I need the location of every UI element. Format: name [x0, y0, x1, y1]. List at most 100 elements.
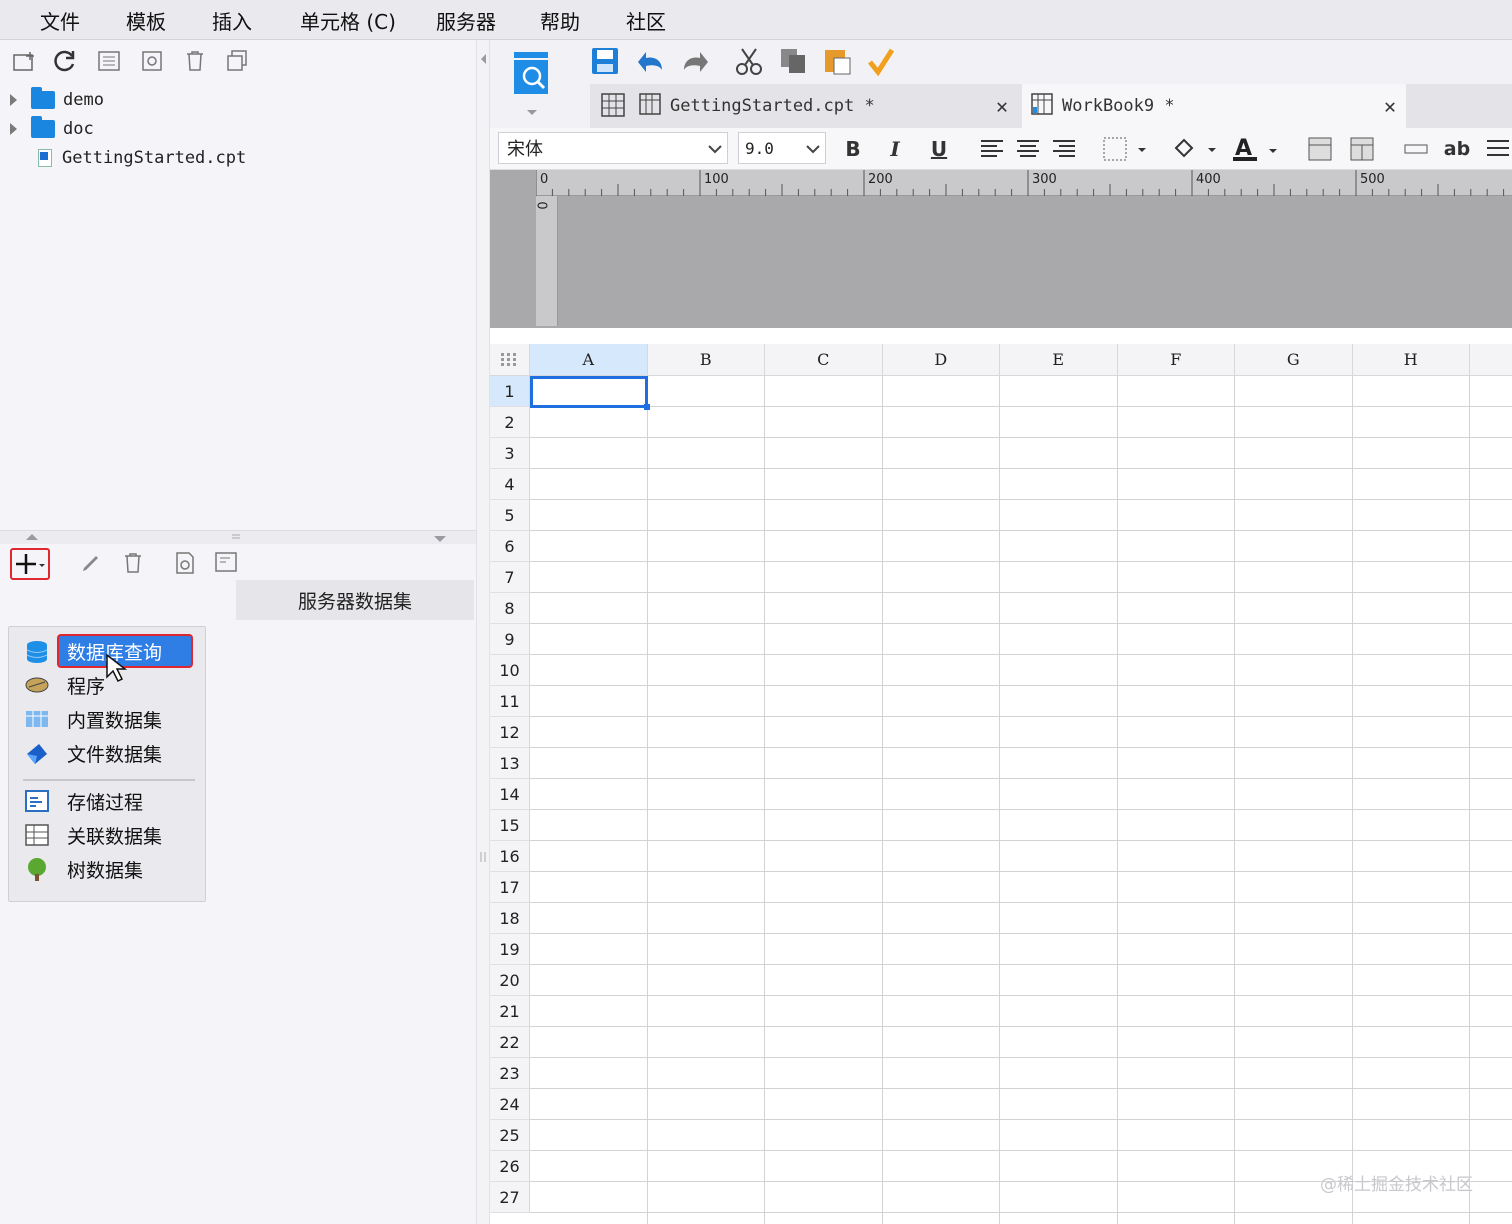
- align-left-icon[interactable]: [978, 134, 1006, 164]
- chevron-down-icon[interactable]: [801, 138, 825, 159]
- copy-icon[interactable]: [224, 48, 250, 74]
- refresh-icon[interactable]: [52, 48, 78, 74]
- menu-template[interactable]: 模板: [126, 6, 166, 35]
- edit-icon[interactable]: [78, 550, 104, 576]
- menu-file[interactable]: 文件: [40, 6, 80, 35]
- spreadsheet-grid[interactable]: ABCDEFGH 1 2 3 4 5 6 7 8 9 10 11 12 13 14 15 16 17 18 19 20…: [490, 344, 1512, 1224]
- tab-workbook9[interactable]: WorkBook9 * ✕: [1022, 84, 1406, 128]
- template-report-icon[interactable]: [512, 50, 552, 124]
- row-header[interactable]: 2: [490, 407, 530, 438]
- column-header[interactable]: H: [1352, 344, 1470, 376]
- copy-format-icon[interactable]: [778, 46, 808, 80]
- row-header[interactable]: 7: [490, 562, 530, 593]
- border-icon[interactable]: [1100, 134, 1148, 164]
- row-header[interactable]: 17: [490, 872, 530, 903]
- row-header[interactable]: 22: [490, 1027, 530, 1058]
- row-header[interactable]: 14: [490, 779, 530, 810]
- column-header[interactable]: G: [1235, 344, 1353, 376]
- grid-icon[interactable]: [600, 92, 626, 122]
- row-header[interactable]: 25: [490, 1120, 530, 1151]
- text-field-icon[interactable]: [1402, 134, 1430, 164]
- column-header[interactable]: C: [765, 344, 883, 376]
- tree-item-gettingstarted[interactable]: GettingStarted.cpt: [38, 144, 246, 172]
- font-size-select[interactable]: 9.0: [738, 132, 826, 164]
- row-header[interactable]: 21: [490, 996, 530, 1027]
- column-header[interactable]: F: [1117, 344, 1235, 376]
- row-header[interactable]: 20: [490, 965, 530, 996]
- redo-icon[interactable]: [680, 46, 710, 80]
- tree-item-demo[interactable]: demo: [10, 86, 104, 114]
- preview-icon[interactable]: [172, 550, 198, 576]
- row-header[interactable]: 5: [490, 500, 530, 531]
- menu-item-file-dataset[interactable]: 文件数据集: [9, 737, 205, 769]
- row-header[interactable]: 6: [490, 531, 530, 562]
- row-header[interactable]: 27: [490, 1182, 530, 1213]
- row-header[interactable]: 4: [490, 469, 530, 500]
- column-header[interactable]: D: [882, 344, 1000, 376]
- expand-icon[interactable]: [10, 123, 17, 135]
- text-wrap-button[interactable]: ab: [1440, 134, 1474, 164]
- vertical-splitter[interactable]: [476, 40, 490, 1224]
- merge-cells-icon[interactable]: [1306, 134, 1334, 164]
- underline-button[interactable]: U: [926, 134, 952, 164]
- delete-icon[interactable]: [182, 48, 208, 74]
- save-icon[interactable]: [590, 46, 620, 80]
- row-header[interactable]: 9: [490, 624, 530, 655]
- row-header[interactable]: 18: [490, 903, 530, 934]
- menu-insert[interactable]: 插入: [212, 6, 252, 35]
- column-header[interactable]: A: [530, 344, 648, 376]
- menu-item-stored-procedure[interactable]: 存储过程: [9, 785, 205, 817]
- dataset-settings-icon[interactable]: [214, 550, 240, 576]
- align-right-icon[interactable]: [1050, 134, 1078, 164]
- menu-item-builtin-dataset[interactable]: 内置数据集: [9, 703, 205, 735]
- row-header[interactable]: 1: [490, 376, 530, 407]
- menu-item-related-dataset[interactable]: 关联数据集: [9, 819, 205, 851]
- menu-item-tree-dataset[interactable]: 树数据集: [9, 853, 205, 885]
- expand-icon[interactable]: [10, 94, 17, 106]
- menu-server[interactable]: 服务器: [436, 6, 496, 35]
- font-family-select[interactable]: 宋体: [498, 132, 728, 164]
- italic-button[interactable]: I: [882, 134, 908, 164]
- font-color-icon[interactable]: A: [1230, 134, 1280, 164]
- row-header[interactable]: 15: [490, 810, 530, 841]
- column-header[interactable]: B: [647, 344, 765, 376]
- menu-help[interactable]: 帮助: [540, 6, 580, 35]
- row-header[interactable]: 13: [490, 748, 530, 779]
- row-header[interactable]: 16: [490, 841, 530, 872]
- align-center-icon[interactable]: [1014, 134, 1042, 164]
- format-painter-icon[interactable]: [866, 46, 896, 80]
- row-header[interactable]: 8: [490, 593, 530, 624]
- menu-community[interactable]: 社区: [626, 6, 666, 35]
- panel-splitter[interactable]: [0, 530, 476, 544]
- chevron-down-icon[interactable]: [703, 138, 727, 159]
- add-dataset-button[interactable]: [10, 548, 50, 580]
- menu-cell[interactable]: 单元格 (C): [300, 6, 396, 35]
- tab-gettingstarted[interactable]: GettingStarted.cpt * ✕: [638, 84, 1018, 128]
- row-header[interactable]: 23: [490, 1058, 530, 1089]
- tree-item-doc[interactable]: doc: [10, 115, 94, 143]
- undo-icon[interactable]: [636, 46, 666, 80]
- select-all-icon[interactable]: [490, 344, 530, 376]
- bold-button[interactable]: B: [840, 134, 866, 164]
- row-header[interactable]: 11: [490, 686, 530, 717]
- close-icon[interactable]: ✕: [1384, 94, 1396, 118]
- column-header[interactable]: [1470, 344, 1512, 376]
- cut-icon[interactable]: [734, 46, 764, 80]
- row-header[interactable]: 3: [490, 438, 530, 469]
- delete-dataset-icon[interactable]: [120, 550, 146, 576]
- settings-icon[interactable]: [140, 48, 166, 74]
- more-align-icon[interactable]: [1484, 134, 1512, 164]
- row-header[interactable]: 24: [490, 1089, 530, 1120]
- selected-cell[interactable]: [530, 376, 648, 408]
- row-header[interactable]: 12: [490, 717, 530, 748]
- row-header[interactable]: 10: [490, 655, 530, 686]
- server-dataset-header[interactable]: 服务器数据集: [236, 580, 474, 620]
- split-cells-icon[interactable]: [1348, 134, 1376, 164]
- new-folder-icon[interactable]: [12, 48, 38, 74]
- close-icon[interactable]: ✕: [996, 94, 1008, 118]
- fill-handle[interactable]: [644, 404, 650, 410]
- row-header[interactable]: 19: [490, 934, 530, 965]
- row-header[interactable]: 26: [490, 1151, 530, 1182]
- column-header[interactable]: E: [1000, 344, 1118, 376]
- fill-color-icon[interactable]: [1170, 134, 1218, 164]
